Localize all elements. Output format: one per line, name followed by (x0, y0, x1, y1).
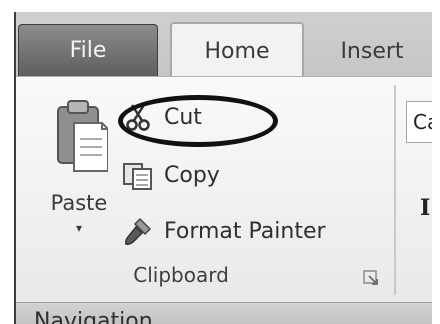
tab-file[interactable]: File (18, 24, 158, 76)
clipboard-group: Paste ▾ Cut Copy Format Painter Clipboar… (16, 77, 394, 303)
ribbon-home: Paste ▾ Cut Copy Format Painter Clipboar… (16, 76, 432, 302)
format-painter-button[interactable]: Format Painter (120, 211, 326, 251)
font-name-combobox[interactable]: Ca (406, 101, 432, 143)
ribbon-tab-strip: File Home Insert (16, 12, 432, 78)
paintbrush-icon (120, 213, 156, 249)
clipboard-paste-icon (57, 100, 108, 172)
cut-highlight-ellipse (118, 95, 278, 147)
copy-label: Copy (164, 162, 220, 188)
tab-home[interactable]: Home (170, 22, 304, 78)
paste-label: Paste (50, 191, 108, 215)
copy-icon (120, 157, 156, 193)
tab-insert[interactable]: Insert (312, 26, 432, 76)
copy-button[interactable]: Copy (120, 155, 220, 195)
group-divider (394, 85, 396, 295)
navigation-title: Navigation (34, 309, 153, 324)
paste-button[interactable]: Paste ▾ (44, 97, 114, 257)
clipboard-group-label: Clipboard (133, 263, 229, 287)
format-painter-label: Format Painter (164, 218, 326, 244)
word-window: File Home Insert Paste ▾ Cut Copy Format… (14, 12, 432, 324)
dialog-launcher-icon[interactable] (362, 269, 380, 287)
paste-dropdown-arrow[interactable]: ▾ (44, 221, 114, 235)
navigation-pane-header: Navigation (16, 302, 432, 324)
bold-button[interactable]: I (420, 195, 430, 221)
